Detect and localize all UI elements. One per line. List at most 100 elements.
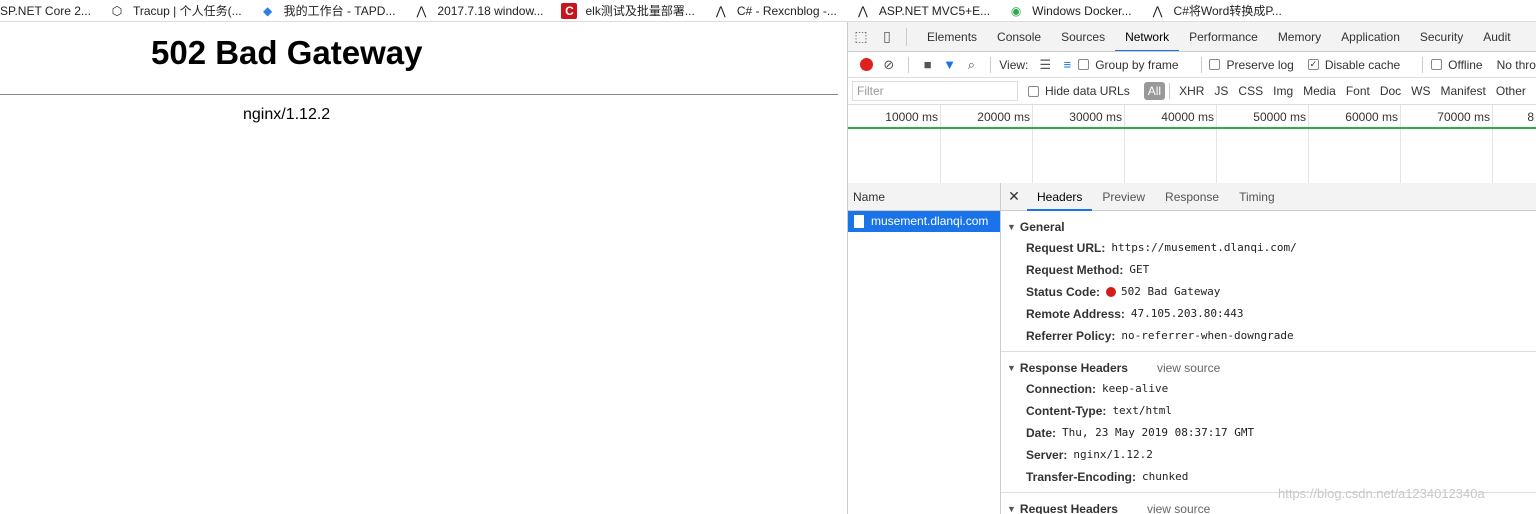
hide-data-urls-checkbox[interactable]: Hide data URLs	[1028, 84, 1130, 98]
filter-type-doc[interactable]: Doc	[1375, 84, 1406, 98]
bookmark-item[interactable]: ⋀ C#将Word转换成P...	[1150, 2, 1282, 19]
clear-button[interactable]: ⊘	[878, 53, 900, 77]
tab-headers[interactable]: Headers	[1027, 183, 1093, 211]
bookmark-item[interactable]: ◉ Windows Docker...	[1008, 3, 1132, 19]
checkbox-box	[1028, 85, 1039, 97]
tab-preview[interactable]: Preview	[1092, 183, 1155, 211]
view-source-link[interactable]: view source	[1147, 502, 1210, 514]
view-label: View:	[999, 57, 1029, 72]
tab-audits[interactable]: Audit	[1473, 22, 1520, 51]
request-name: musement.dlanqi.com	[871, 214, 989, 228]
docker-icon: ◉	[1010, 3, 1022, 18]
separator	[1422, 56, 1424, 73]
separator	[907, 56, 909, 73]
triangle-down-icon: ▼	[1007, 363, 1016, 373]
filter-type-media[interactable]: Media	[1298, 84, 1341, 98]
header-row: Transfer-Encoding: chunked	[1026, 470, 1189, 484]
timeline-tick: 30000 ms	[1069, 110, 1122, 124]
document-icon	[854, 215, 864, 228]
bookmarks-bar: SP.NET Core 2... ⬡ Tracup | 个人任务(... ◆ 我的工…	[0, 0, 1536, 22]
separator	[1200, 56, 1202, 73]
bookmark-item[interactable]: ◆ 我的工作台 - TAPD...	[260, 2, 395, 19]
triangle-down-icon: ▼	[1007, 504, 1016, 514]
header-row: Remote Address: 47.105.203.80:443	[1026, 307, 1244, 321]
devtools-panel: ⬚ ▯ Elements Console Sources Network Per…	[847, 22, 1536, 514]
offline-checkbox[interactable]: Offline	[1431, 58, 1483, 72]
triangle-down-icon: ▼	[1007, 222, 1016, 232]
search-button[interactable]: ⌕	[960, 53, 982, 77]
tab-memory[interactable]: Memory	[1268, 22, 1331, 51]
devtools-tabbar: ⬚ ▯ Elements Console Sources Network Per…	[848, 22, 1536, 52]
page-icon: ⋀	[857, 3, 868, 18]
waterfall-button[interactable]: ≡	[1056, 53, 1078, 77]
tab-elements[interactable]: Elements	[917, 22, 987, 51]
header-row: Content-Type: text/html	[1026, 404, 1173, 418]
close-icon[interactable]: ✕	[1001, 188, 1027, 205]
waterfall-icon: ≡	[1063, 57, 1072, 72]
view-source-link[interactable]: view source	[1157, 361, 1220, 375]
bookmark-item[interactable]: ⋀ ASP.NET MVC5+E...	[855, 3, 990, 19]
detail-tabs: ✕ Headers Preview Response Timing	[1001, 183, 1536, 211]
tab-sources[interactable]: Sources	[1051, 22, 1115, 51]
filter-type-img[interactable]: Img	[1268, 84, 1298, 98]
tab-timing[interactable]: Timing	[1229, 183, 1285, 211]
timeline-tick: 10000 ms	[885, 110, 938, 124]
filter-input[interactable]: Filter	[852, 81, 1018, 101]
preserve-log-checkbox[interactable]: Preserve log	[1209, 58, 1294, 72]
group-by-frame-checkbox[interactable]: Group by frame	[1078, 58, 1179, 72]
response-headers-section-toggle[interactable]: ▼ Response Headers view source	[1001, 352, 1536, 378]
timeline-tick: 40000 ms	[1161, 110, 1214, 124]
csdn-icon: C	[561, 2, 578, 19]
bookmark-item[interactable]: Celk测试及批量部署...	[561, 2, 695, 19]
request-row[interactable]: musement.dlanqi.com	[848, 211, 1000, 232]
device-toggle-icon[interactable]: ▯	[874, 22, 900, 51]
filter-type-ws[interactable]: WS	[1406, 84, 1435, 98]
filter-type-css[interactable]: CSS	[1233, 84, 1268, 98]
page-icon: ⋀	[715, 3, 726, 18]
record-button[interactable]	[856, 53, 878, 77]
search-icon: ⌕	[967, 56, 976, 72]
bookmark-item[interactable]: ⋀ 2017.7.18 window...	[413, 3, 543, 19]
bookmark-item[interactable]: ⋀ C# - Rexcnblog -...	[713, 3, 837, 19]
tab-application[interactable]: Application	[1331, 22, 1410, 51]
filter-type-font[interactable]: Font	[1341, 84, 1375, 98]
cube-icon: ⬡	[111, 3, 123, 18]
header-row: Request Method: GET	[1026, 263, 1150, 277]
header-row: Status Code: 502 Bad Gateway	[1026, 285, 1221, 299]
page-icon: ⋀	[416, 3, 427, 18]
watermark: https://blog.csdn.net/a1234012340a	[1278, 486, 1485, 501]
name-column-header[interactable]: Name	[848, 183, 1000, 211]
tapd-icon: ◆	[263, 3, 273, 18]
timeline-tick: 60000 ms	[1345, 110, 1398, 124]
filter-toggle-button[interactable]: ▼	[939, 53, 961, 77]
large-rows-button[interactable]: ☰	[1034, 53, 1056, 77]
header-row: Date: Thu, 23 May 2019 08:37:17 GMT	[1026, 426, 1255, 440]
bookmark-item[interactable]: ⬡ Tracup | 个人任务(...	[109, 2, 242, 19]
filter-type-all[interactable]: All	[1143, 82, 1166, 100]
checkbox-box	[1431, 59, 1443, 70]
throttling-select[interactable]: No thro	[1497, 58, 1536, 72]
checkbox-box	[1209, 59, 1221, 70]
timeline-overview[interactable]: 10000 ms 20000 ms 30000 ms 40000 ms 5000…	[848, 105, 1536, 185]
timeline-tick: 20000 ms	[977, 110, 1030, 124]
filter-type-js[interactable]: JS	[1209, 84, 1233, 98]
filter-type-manifest[interactable]: Manifest	[1436, 84, 1491, 98]
page-icon: ⋀	[1152, 3, 1163, 18]
tab-performance[interactable]: Performance	[1179, 22, 1268, 51]
tab-response[interactable]: Response	[1155, 183, 1229, 211]
timeline-tick: 50000 ms	[1253, 110, 1306, 124]
tab-console[interactable]: Console	[987, 22, 1051, 51]
disable-cache-checkbox[interactable]: ✓ Disable cache	[1307, 58, 1400, 72]
filter-type-other[interactable]: Other	[1491, 84, 1531, 98]
filter-type-xhr[interactable]: XHR	[1174, 84, 1209, 98]
timeline-tick: 8	[1527, 110, 1534, 124]
tab-security[interactable]: Security	[1410, 22, 1473, 51]
general-section-toggle[interactable]: ▼ General	[1001, 211, 1536, 237]
screenshot-button[interactable]: ■	[917, 53, 939, 77]
bookmark-item[interactable]: SP.NET Core 2...	[0, 4, 91, 18]
inspect-icon[interactable]: ⬚	[848, 22, 874, 51]
clear-icon: ⊘	[883, 56, 895, 72]
page-viewport: 502 Bad Gateway nginx/1.12.2	[0, 22, 847, 514]
network-toolbar: ⊘ ■ ▼ ⌕ View: ☰ ≡ Group by frame Preserv…	[848, 52, 1536, 78]
tab-network[interactable]: Network	[1115, 22, 1180, 51]
